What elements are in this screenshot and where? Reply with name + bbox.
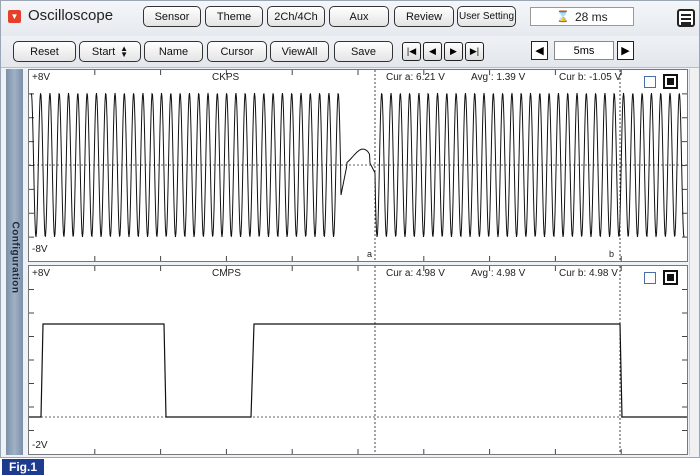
skip-first-icon[interactable]: |◀ [402, 42, 421, 61]
cursor-button[interactable]: Cursor [207, 41, 267, 62]
channel-mode-button[interactable]: 2Ch/4Ch [267, 6, 325, 27]
configuration-tab[interactable]: Configuration [6, 69, 23, 455]
hourglass-icon: ⌛ [556, 11, 570, 23]
review-button[interactable]: Review [394, 6, 454, 27]
time-decrease-icon[interactable]: ◀ [531, 41, 548, 60]
grid-ticks [29, 266, 687, 454]
skip-last-icon[interactable]: ▶| [465, 42, 484, 61]
time-increase-icon[interactable]: ▶ [617, 41, 634, 60]
vertical-scrollbar[interactable] [689, 69, 699, 455]
step-back-icon[interactable]: ◀ [423, 42, 442, 61]
cmps-waveform-plot [29, 266, 687, 454]
ckps-average-value: Avg : 1.39 V [471, 72, 526, 83]
cmps-checkbox[interactable] [644, 272, 656, 284]
configuration-tab-label: Configuration [9, 221, 21, 294]
channel-panel-ckps: +8V CKPS Cur a: 6.21 V Avg : 1.39 V Cur … [28, 69, 688, 262]
cmps-trace [29, 323, 687, 418]
aux-button[interactable]: Aux [329, 6, 389, 27]
reset-button[interactable]: Reset [13, 41, 76, 62]
elapsed-time-display: ⌛ 28 ms [530, 7, 634, 26]
step-forward-icon[interactable]: ▶ [444, 42, 463, 61]
ckps-waveform-plot [29, 70, 687, 261]
theme-button[interactable]: Theme [205, 6, 263, 27]
updown-icon: ▲ ▼ [120, 43, 129, 59]
figure-label: Fig.1 [2, 459, 44, 475]
top-toolbar: ▼ Oscilloscope Sensor Theme 2Ch/4Ch Aux … [1, 1, 699, 36]
ckps-checkbox[interactable] [644, 76, 656, 88]
menu-icon[interactable] [677, 9, 695, 27]
time-div-display: 5ms [554, 41, 614, 60]
channel-panel-cmps: +8V CMPS Cur a: 4.98 V Avg : 4.98 V Cur … [28, 265, 688, 455]
ckps-stop-icon[interactable] [663, 74, 678, 89]
sensor-button[interactable]: Sensor [143, 6, 201, 27]
app-menu-icon[interactable]: ▼ [8, 10, 21, 23]
ckps-cursor-b-value: Cur b: -1.05 V [559, 72, 622, 83]
cmps-max-label: +8V [32, 268, 51, 279]
cmps-stop-icon[interactable] [663, 270, 678, 285]
viewall-button[interactable]: ViewAll [270, 41, 329, 62]
cursor-b-marker[interactable]: b [609, 249, 614, 259]
save-button[interactable]: Save [334, 41, 393, 62]
cmps-cursor-a-value: Cur a: 4.98 V [386, 268, 445, 279]
app-title: Oscilloscope [28, 7, 114, 24]
user-setting-button[interactable]: User Setting [457, 6, 516, 27]
ckps-max-label: +8V [32, 72, 51, 83]
start-select[interactable]: Start ▲ ▼ [79, 41, 141, 62]
elapsed-time-value: 28 ms [575, 9, 608, 24]
cursor-a-marker[interactable]: a [367, 249, 372, 259]
name-button[interactable]: Name [144, 41, 203, 62]
cmps-min-label: -2V [32, 440, 48, 451]
ckps-name: CKPS [212, 72, 240, 83]
ckps-min-label: -8V [32, 244, 48, 255]
cmps-cursor-b-value: Cur b: 4.98 V [559, 268, 618, 279]
ckps-cursor-a-value: Cur a: 6.21 V [386, 72, 445, 83]
oscilloscope-window: ▼ Oscilloscope Sensor Theme 2Ch/4Ch Aux … [0, 0, 700, 458]
cmps-average-value: Avg : 4.98 V [471, 268, 526, 279]
cmps-name: CMPS [212, 268, 241, 279]
start-label: Start [91, 45, 116, 58]
